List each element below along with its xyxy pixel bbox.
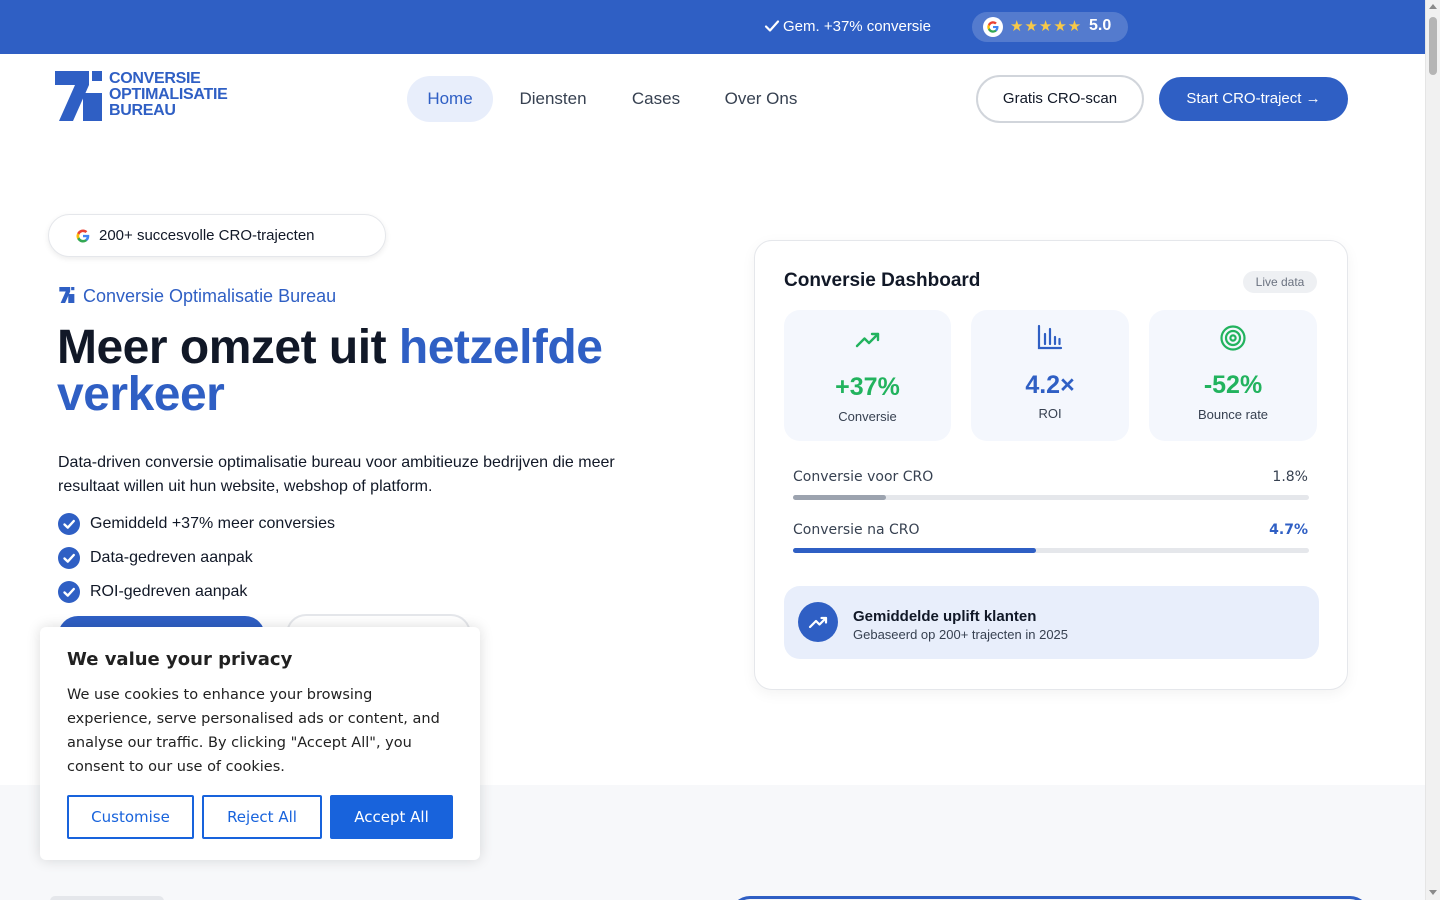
stat-label: Conversie [838,409,897,424]
free-cro-scan-button[interactable]: Gratis CRO-scan [976,75,1144,123]
scroll-up-arrow-icon[interactable] [1429,4,1437,9]
stat-card-roi: 4.2× ROI [971,310,1129,441]
logo-line-1: CONVERSIE [109,70,201,87]
check-circle-icon [58,581,80,603]
trending-up-icon [855,332,879,348]
uplift-subtitle: Gebaseerd op 200+ trajecten in 2025 [853,627,1069,642]
star-rating-icons: ★★★★★ [1010,18,1083,35]
after-cro-label: Conversie na CRO [793,522,920,538]
hero-description: Data-driven conversie optimalisatie bure… [58,454,615,495]
check-circle-icon [58,547,80,569]
stat-card-conversion: +37% Conversie [784,310,951,441]
before-cro-progress-track [793,495,1309,500]
cookie-text: We use cookies to enhance your browsing … [67,687,440,775]
cookie-consent-dialog: We value your privacy We use cookies to … [40,627,480,860]
success-badge: 200+ succesvolle CRO-trajecten [48,214,386,257]
target-icon [1220,325,1246,351]
brand-name: Conversie Optimalisatie Bureau [83,286,337,306]
customise-button[interactable]: Customise [67,795,194,839]
stat-value: 4.2× [1025,371,1075,399]
google-icon [76,229,90,243]
stat-value: +37% [835,373,900,401]
before-cro-label: Conversie voor CRO [793,469,934,485]
accept-all-button[interactable]: Accept All [330,795,453,839]
next-section-card [730,896,1370,900]
conversion-stat-text: Gem. +37% conversie [783,18,931,35]
benefit-label: ROI-gedreven aanpak [90,583,248,600]
logo-wordmark: CONVERSIE OPTIMALISATIE BUREAU [109,70,228,119]
scrollbar-thumb[interactable] [1429,17,1437,75]
next-section-badge [50,896,164,900]
logo-line-3: BUREAU [109,102,176,119]
nav-cases[interactable]: Cases [620,76,692,122]
after-cro-progress-track [793,548,1309,553]
benefit-label: Data-gedreven aanpak [90,549,253,566]
check-icon [764,20,780,32]
site-logo[interactable]: CONVERSIE OPTIMALISATIE BUREAU [55,71,237,123]
uplift-banner: Gemiddelde uplift klanten Gebaseerd op 2… [784,586,1319,659]
logo-mark-icon [55,71,102,121]
cookie-title: We value your privacy [67,649,293,670]
top-announcement-bar: Gem. +37% conversie ★★★★★ 5.0 [0,0,1425,54]
nav-home[interactable]: Home [407,76,493,122]
google-icon [983,17,1003,37]
dashboard-title: Conversie Dashboard [784,270,981,291]
stat-value: -52% [1203,371,1263,399]
after-cro-value: 4.7% [1269,522,1308,538]
benefit-label: Gemiddeld +37% meer conversies [90,515,336,532]
conversion-dashboard-card: Conversie Dashboard Live data +37% Conve… [754,240,1348,690]
hero-title: Meer omzet uit hetzelfde verkeer [57,321,717,419]
live-data-badge: Live data [1243,271,1317,293]
brand-logo-icon [59,287,75,303]
hero-title-main: Meer omzet uit [57,321,399,374]
nav-diensten[interactable]: Diensten [507,76,599,122]
rating-value: 5.0 [1089,17,1112,34]
reject-all-button[interactable]: Reject All [202,795,322,839]
uplift-title: Gemiddelde uplift klanten [853,608,1037,625]
stat-card-bounce: -52% Bounce rate [1149,310,1317,441]
logo-line-2: OPTIMALISATIE [109,86,228,103]
start-cro-traject-button[interactable]: Start CRO-traject → [1159,77,1348,121]
stat-label: Bounce rate [1197,407,1269,422]
scroll-down-arrow-icon[interactable] [1429,890,1437,895]
before-cro-value: 1.8% [1272,469,1308,485]
nav-over-ons[interactable]: Over Ons [713,76,809,122]
trending-up-icon [798,602,838,642]
check-circle-icon [58,513,80,535]
success-badge-text: 200+ succesvolle CRO-trajecten [99,227,315,244]
after-cro-progress-fill [793,548,1036,553]
page-scrollbar[interactable] [1425,0,1440,900]
bar-chart-icon [1037,324,1063,350]
before-cro-progress-fill [793,495,886,500]
google-rating-badge[interactable]: ★★★★★ 5.0 [972,12,1128,42]
stat-label: ROI [1038,406,1062,421]
